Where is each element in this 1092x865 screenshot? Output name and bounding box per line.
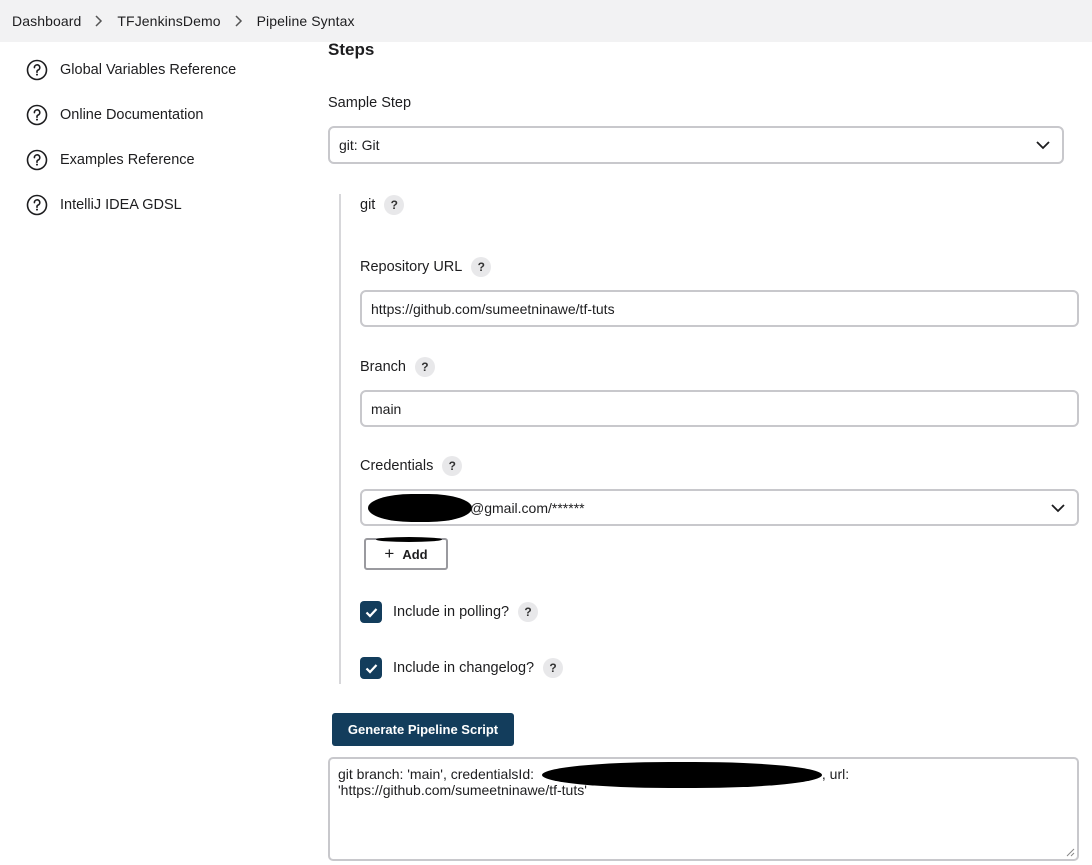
sample-step-label: Sample Step [328,95,412,111]
help-circle-icon [26,59,48,81]
plus-icon: + [384,544,395,563]
credentials-select[interactable]: @gmail.com/****** [360,489,1079,526]
breadcrumb-pipeline-syntax[interactable]: Pipeline Syntax [257,13,355,29]
branch-input[interactable]: main [360,390,1079,427]
include-polling-row: Include in polling? ? [360,601,539,623]
chevron-down-icon [1051,503,1065,512]
step-name: git ? [360,195,405,215]
resize-grip-icon[interactable] [1066,848,1075,857]
redaction-mark [376,537,442,542]
include-changelog-row: Include in changelog? ? [360,657,564,679]
config-divider [339,194,341,684]
branch-label: Branch ? [360,357,435,377]
add-credentials-button[interactable]: + Add [364,537,448,570]
help-icon[interactable]: ? [414,357,435,377]
sample-step-select[interactable]: git: Git [328,126,1064,164]
help-icon[interactable]: ? [442,456,463,476]
help-circle-icon [26,104,48,126]
chevron-right-icon [94,15,103,27]
repository-url-label-text: Repository URL [360,259,463,275]
sidebar-item-label: Online Documentation [60,107,204,123]
repository-url-value: https://github.com/sumeetninawe/tf-tuts [371,300,615,317]
page-title: Steps [328,40,375,59]
script-text-line2: 'https://github.com/sumeetninawe/tf-tuts… [338,782,587,799]
breadcrumb-dashboard[interactable]: Dashboard [12,13,81,29]
sample-step-value: git: Git [339,137,380,153]
script-text-part1: git branch: 'main', credentialsId: [338,766,538,782]
branch-value: main [371,400,402,417]
sidebar-item-label: IntelliJ IDEA GDSL [60,197,182,213]
sidebar: Global Variables Reference Online Docume… [26,57,286,237]
credentials-label-text: Credentials [360,458,434,474]
help-circle-icon [26,194,48,216]
credentials-label: Credentials ? [360,456,463,476]
sidebar-item-online-documentation[interactable]: Online Documentation [26,102,286,128]
breadcrumb: Dashboard TFJenkinsDemo Pipeline Syntax [0,0,1092,42]
breadcrumb-project[interactable]: TFJenkinsDemo [117,13,220,29]
sidebar-item-intellij-gdsl[interactable]: IntelliJ IDEA GDSL [26,192,286,218]
step-name-label: git [360,197,376,213]
help-circle-icon [26,149,48,171]
include-polling-label: Include in polling? [393,604,510,620]
help-icon[interactable]: ? [384,195,405,215]
chevron-down-icon [1036,141,1050,150]
sidebar-item-global-variables[interactable]: Global Variables Reference [26,57,286,83]
help-icon[interactable]: ? [518,602,539,622]
chevron-right-icon [234,15,243,27]
include-changelog-label: Include in changelog? [393,660,535,676]
add-button-label: Add [402,546,428,562]
pipeline-script-output[interactable]: git branch: 'main', credentialsId: , url… [328,757,1079,861]
repository-url-label: Repository URL ? [360,257,492,277]
sidebar-item-label: Examples Reference [60,152,195,168]
sidebar-item-label: Global Variables Reference [60,62,237,78]
help-icon[interactable]: ? [543,658,564,678]
generate-pipeline-script-button[interactable]: Generate Pipeline Script [332,713,514,746]
include-changelog-checkbox[interactable] [360,657,382,679]
repository-url-input[interactable]: https://github.com/sumeetninawe/tf-tuts [360,290,1079,327]
checkmark-icon [365,663,377,674]
include-polling-checkbox[interactable] [360,601,382,623]
sidebar-item-examples-reference[interactable]: Examples Reference [26,147,286,173]
checkmark-icon [365,607,377,618]
credentials-value: @gmail.com/****** [470,499,585,516]
script-text-part2: , url: [821,766,850,782]
redaction-mark [368,494,472,522]
branch-label-text: Branch [360,359,406,375]
help-icon[interactable]: ? [471,257,492,277]
